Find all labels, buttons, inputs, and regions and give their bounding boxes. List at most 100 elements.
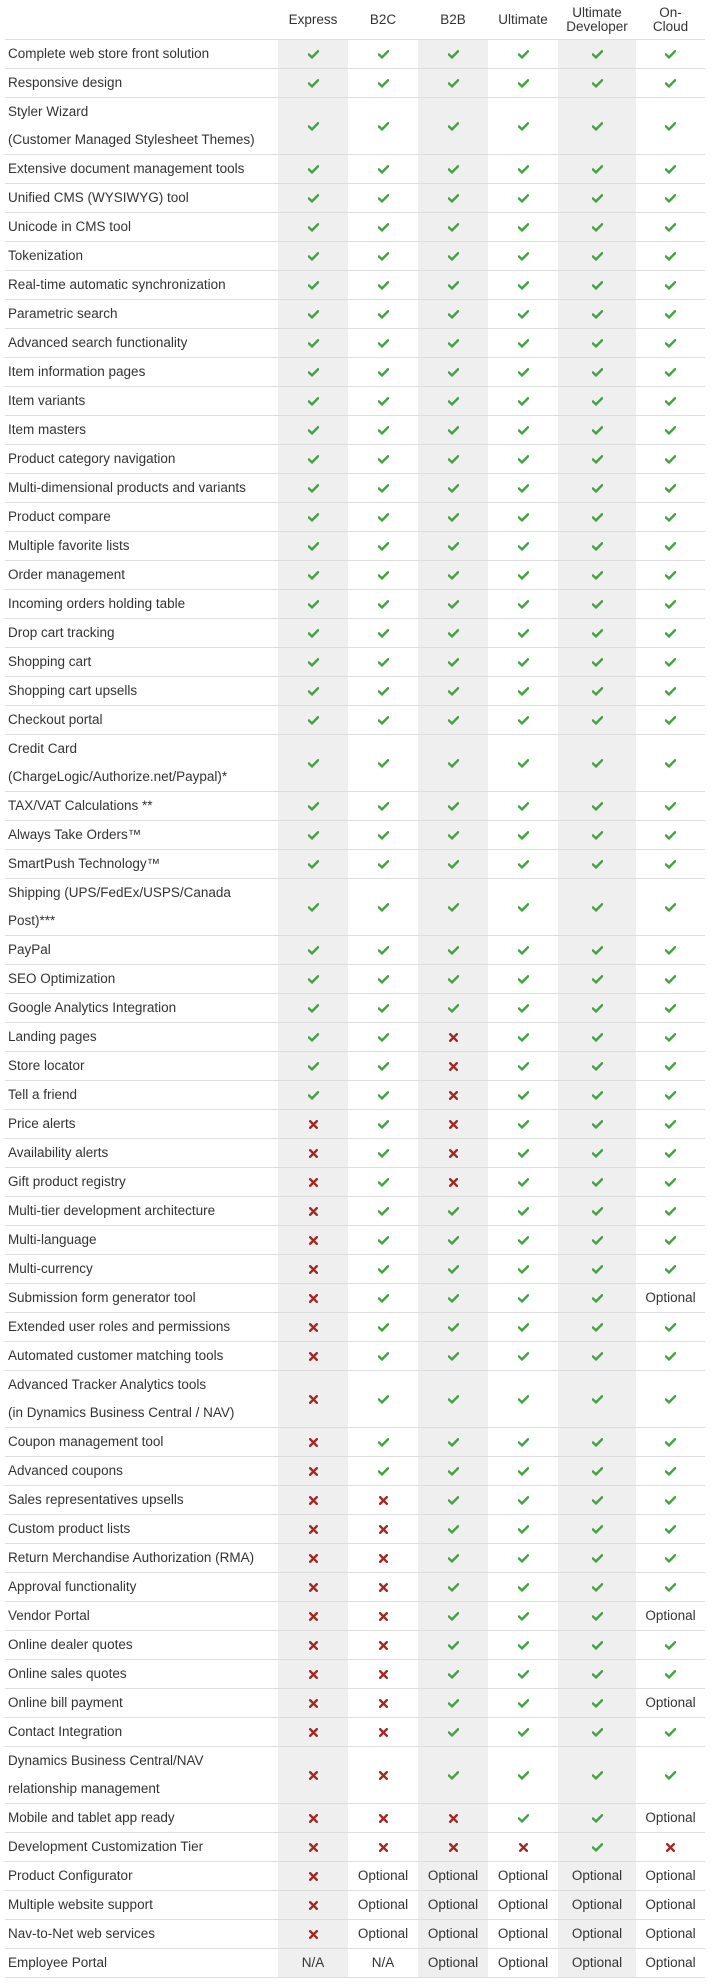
check-icon <box>307 425 319 435</box>
cell-b2c <box>348 1371 418 1428</box>
feature-name: Item variants <box>5 387 278 416</box>
cell-ultimate <box>488 1631 558 1660</box>
feature-comparison-table: Express B2C B2B Ultimate Ultimate Develop… <box>5 0 705 1978</box>
check-icon <box>517 1466 529 1476</box>
table-row: Unified CMS (WYSIWYG) tool <box>5 183 705 213</box>
check-icon <box>665 715 676 725</box>
check-icon <box>591 628 603 638</box>
table-row: Mobile and tablet app ready Optional <box>5 1803 705 1833</box>
cell-on-cloud <box>636 358 705 387</box>
check-icon <box>447 1351 459 1361</box>
cell-express <box>278 1022 348 1052</box>
cell-on-cloud <box>636 1747 705 1804</box>
cell-ultimate-developer <box>558 1370 636 1428</box>
cell-ultimate <box>488 965 558 994</box>
table-row: Item masters <box>5 415 705 445</box>
feature-label: (in Dynamics Business Central / NAV) <box>8 1405 235 1420</box>
cell-ultimate-developer <box>558 444 636 474</box>
feature-label: Responsive design <box>8 75 123 90</box>
cell-ultimate-developer <box>558 849 636 879</box>
table-row: PayPal <box>5 935 705 965</box>
cell-ultimate <box>488 242 558 271</box>
feature-label: Shipping (UPS/FedEx/USPS/Canada <box>8 885 231 900</box>
check-icon <box>591 686 603 696</box>
table-row: Automated customer matching tools <box>5 1341 705 1371</box>
check-icon <box>665 1582 676 1592</box>
feature-label: relationship management <box>8 1781 160 1796</box>
feature-name: Online bill payment <box>5 1689 278 1718</box>
feature-label: Sales representatives upsells <box>8 1492 184 1507</box>
feature-label: Drop cart tracking <box>8 625 115 640</box>
cell-express <box>278 357 348 387</box>
check-icon <box>591 1698 603 1708</box>
cell-on-cloud <box>636 1515 705 1544</box>
check-icon <box>447 193 459 203</box>
table-row: Product compare <box>5 502 705 532</box>
check-icon <box>517 78 529 88</box>
cell-b2c <box>348 445 418 474</box>
cell-ultimate <box>488 1573 558 1602</box>
check-icon <box>591 1842 603 1852</box>
check-icon <box>447 945 459 955</box>
check-icon <box>307 1032 319 1042</box>
table-row: Sales representatives upsells <box>5 1485 705 1515</box>
header-b2c: B2C <box>369 11 397 27</box>
table-row: Gift product registry <box>5 1167 705 1197</box>
feature-name: Online dealer quotes <box>5 1631 278 1660</box>
cell-ultimate: Optional <box>488 1862 558 1891</box>
check-icon <box>591 657 603 667</box>
feature-label: Product Configurator <box>8 1868 133 1883</box>
table-row: Online sales quotes <box>5 1659 705 1689</box>
cell-ultimate-developer <box>558 935 636 965</box>
cell-express <box>278 1832 348 1862</box>
check-icon <box>377 1206 389 1216</box>
x-icon <box>378 1553 388 1563</box>
check-icon <box>447 657 459 667</box>
cell-b2b <box>418 1485 488 1515</box>
feature-label: Custom product lists <box>8 1521 131 1536</box>
check-icon <box>377 164 389 174</box>
cell-b2c <box>348 1081 418 1110</box>
check-icon <box>665 1394 676 1404</box>
cell-ultimate-developer <box>558 1485 636 1515</box>
cell-b2c <box>348 40 418 69</box>
cell-ultimate-developer: Optional <box>558 1861 636 1891</box>
table-row: Availability alerts <box>5 1138 705 1168</box>
feature-name: Multi-currency <box>5 1255 278 1284</box>
cell-ultimate-developer <box>558 647 636 677</box>
check-icon <box>307 902 319 912</box>
check-icon <box>665 1119 676 1129</box>
feature-name: Development Customization Tier <box>5 1833 278 1862</box>
cell-on-cloud <box>636 936 705 965</box>
table-row: Multiple website support Optional Optional… <box>5 1890 705 1920</box>
table-row: Unicode in CMS tool <box>5 212 705 242</box>
cell-on-cloud <box>636 1371 705 1428</box>
cell-ultimate <box>488 1515 558 1544</box>
check-icon <box>447 902 459 912</box>
cell-ultimate-developer <box>558 791 636 821</box>
x-icon <box>448 1813 458 1823</box>
check-icon <box>447 1727 459 1737</box>
check-icon <box>591 78 603 88</box>
cell-b2c <box>348 1718 418 1747</box>
check-icon <box>665 1437 676 1447</box>
table-row: Drop cart tracking <box>5 618 705 648</box>
cell-ultimate-developer <box>558 154 636 184</box>
cell-on-cloud <box>636 300 705 329</box>
check-icon <box>447 483 459 493</box>
cell-express <box>278 1717 348 1747</box>
check-icon <box>377 280 389 290</box>
cell-ultimate-developer <box>558 676 636 706</box>
x-icon <box>378 1611 388 1621</box>
check-icon <box>307 541 319 551</box>
cell-ultimate <box>488 1139 558 1168</box>
feature-label: Google Analytics Integration <box>8 1000 177 1015</box>
check-icon <box>517 1264 529 1274</box>
feature-name: Credit Card (ChargeLogic/Authorize.net/Pa… <box>5 735 278 792</box>
feature-label: Automated customer matching tools <box>8 1348 224 1363</box>
feature-name: Advanced Tracker Analytics tools (in Dyna… <box>5 1371 278 1428</box>
header-line: Ultimate <box>572 4 622 20</box>
table-row: Incoming orders holding table <box>5 589 705 619</box>
cell-ultimate-developer <box>558 1051 636 1081</box>
check-icon <box>591 280 603 290</box>
